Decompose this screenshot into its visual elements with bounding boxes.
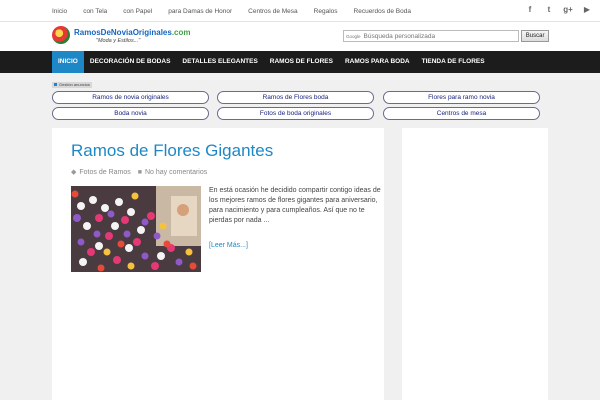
search-button[interactable]: Buscar [521,30,549,42]
ad-link[interactable]: Ramos de Flores boda [217,91,374,104]
youtube-icon[interactable]: ▶ [582,4,592,16]
sidebar [402,128,548,400]
ad-link[interactable]: Boda novia [52,107,209,120]
topnav-link-centros-de-mesa[interactable]: Centros de Mesa [248,8,298,15]
post-meta: ◆ Fotos de Ramos ■ No hay comentarios [71,168,207,177]
facebook-icon[interactable]: f [525,4,535,16]
post-title[interactable]: Ramos de Flores Gigantes [71,141,273,161]
ad-link[interactable]: Ramos de novia originales [52,91,209,104]
top-nav: Inicio con Tela con Papel para Damas de … [44,0,419,22]
post-excerpt: En está ocasión he decidido compartir co… [209,187,381,224]
post-card: Ramos de Flores Gigantes ◆ Fotos de Ramo… [52,128,384,400]
flower-bouquet-image [71,186,201,272]
post-thumbnail[interactable] [71,186,201,272]
ad-link[interactable]: Fotos de boda originales [217,107,374,120]
topnav-link-damas-de-honor[interactable]: para Damas de Honor [168,8,232,15]
twitter-icon[interactable]: t [544,4,554,16]
google-plus-icon[interactable]: g+ [563,4,573,16]
ad-link[interactable]: Flores para ramo novia [383,91,540,104]
nav-item-tienda-de-flores[interactable]: TIENDA DE FLORES [416,51,491,73]
top-bar: Inicio con Tela con Papel para Damas de … [0,0,600,22]
search-brand: Google [346,33,361,39]
logo-tagline: "Moda y Estilos..." [96,38,141,44]
nav-item-inicio[interactable]: INICIO [52,51,84,73]
topnav-link-con-papel[interactable]: con Papel [123,8,152,15]
nav-item-ramos-para-boda[interactable]: RAMOS PARA BODA [339,51,416,73]
topnav-link-regalos[interactable]: Regalos [314,8,338,15]
tag-icon: ◆ [71,169,77,176]
social-links: f t g+ ▶ [525,4,592,16]
read-more-link[interactable]: [Leer Más...] [209,242,248,249]
post-category[interactable]: Fotos de Ramos [79,169,130,176]
search-input[interactable] [363,32,514,40]
nav-item-detalles-elegantes[interactable]: DETALLES ELEGANTES [176,51,263,73]
ads-label[interactable]: Gestión anuncios [52,82,92,88]
main-nav: INICIO DECORACIÓN DE BODAS DETALLES ELEG… [0,51,600,73]
site-logo[interactable]: RamosDeNoviaOriginales.com "Moda y Estil… [52,26,192,50]
search-form: Google Buscar [343,30,549,42]
nav-item-ramos-de-flores[interactable]: RAMOS DE FLORES [264,51,339,73]
comment-icon: ■ [137,168,142,176]
logo-title: RamosDeNoviaOriginales.com [74,28,191,37]
flower-logo-icon [52,26,70,44]
search-box: Google [343,30,520,42]
post-comments[interactable]: No hay comentarios [145,169,207,176]
topnav-link-con-tela[interactable]: con Tela [83,8,107,15]
site-header: RamosDeNoviaOriginales.com "Moda y Estil… [0,22,600,51]
ad-link[interactable]: Centros de mesa [383,107,540,120]
nav-item-decoracion-de-bodas[interactable]: DECORACIÓN DE BODAS [84,51,177,73]
topnav-link-recuerdos-de-boda[interactable]: Recuerdos de Boda [354,8,411,15]
topnav-link-inicio[interactable]: Inicio [52,8,67,15]
